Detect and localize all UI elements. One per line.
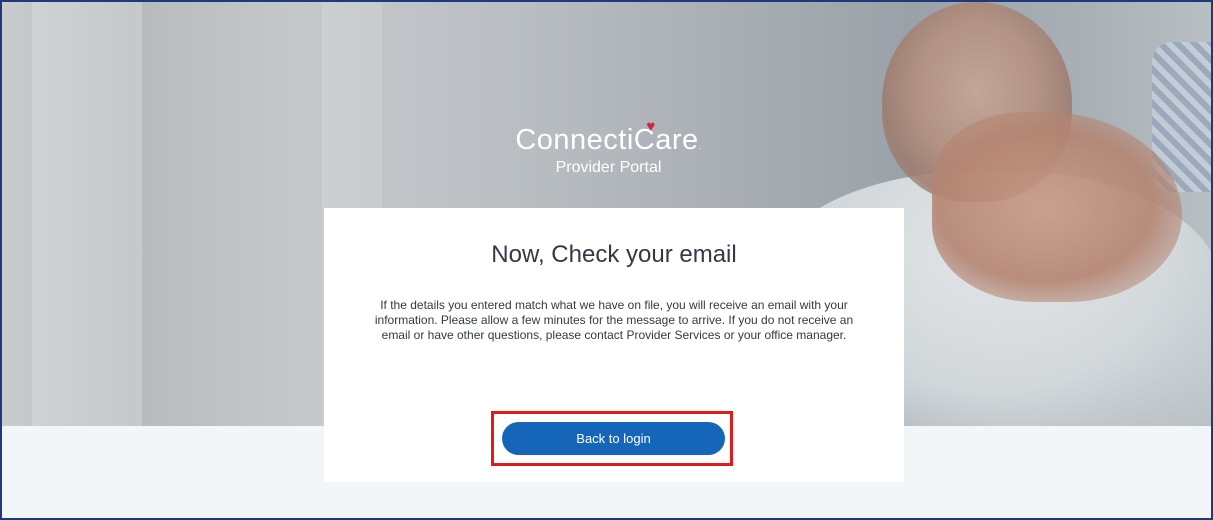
heart-icon: ♥ — [646, 118, 656, 135]
brand-header: ConnectiCare. ♥ Provider Portal — [2, 118, 1211, 177]
portal-subtitle: Provider Portal — [555, 159, 662, 176]
card-title: Now, Check your email — [491, 241, 737, 268]
back-to-login-button[interactable]: Back to login — [502, 422, 725, 455]
card-message: If the details you entered match what we… — [374, 298, 854, 342]
page-frame: ConnectiCare. ♥ Provider Portal Now, Che… — [0, 0, 1213, 520]
connecticare-logo: ConnectiCare. ♥ — [515, 118, 702, 156]
